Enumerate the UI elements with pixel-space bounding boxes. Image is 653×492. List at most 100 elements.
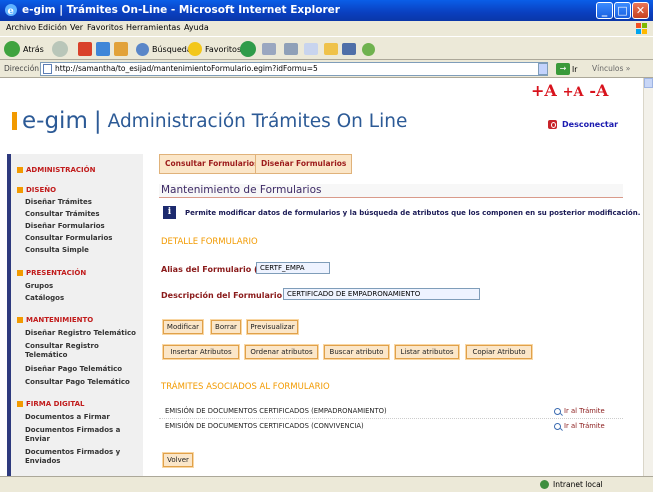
brand-logo: e-gim (22, 108, 88, 134)
page-viewport: +A +A -A e-gim | Administración Trámites… (0, 78, 643, 476)
folder-icon (324, 43, 338, 55)
print-button[interactable] (284, 40, 301, 58)
page-icon (43, 64, 52, 74)
search-attribute-button[interactable]: Buscar atributo (323, 344, 390, 360)
bullet-icon (17, 187, 23, 193)
internet-explorer-icon: e (5, 4, 17, 17)
brand-accent-bar (12, 112, 17, 130)
detail-section-heading: DETALLE FORMULARIO (161, 237, 258, 247)
power-icon (548, 120, 557, 129)
scroll-up-arrow[interactable] (644, 78, 653, 88)
windows-flag-icon (636, 23, 647, 34)
sidebar-item-grupos[interactable]: Grupos (25, 282, 143, 291)
sidebar-item-disenar-pago-telematico[interactable]: Diseñar Pago Telemático (25, 365, 143, 374)
address-dropdown[interactable] (538, 63, 548, 75)
address-bar: Dirección http://samantha/to_esijad/mant… (0, 60, 653, 78)
go-arrow-icon: → (556, 63, 570, 75)
sidebar-item-documentos-a-firmar[interactable]: Documentos a Firmar (25, 413, 143, 422)
sidebar-item-documentos-firmados-y-enviados[interactable]: Documentos Firmados y Enviados (25, 448, 143, 465)
refresh-button[interactable] (96, 40, 113, 58)
star-icon (188, 42, 202, 56)
forward-button[interactable] (52, 40, 71, 58)
sidebar-item-disenar-registro-telematico[interactable]: Diseñar Registro Telemático (25, 329, 143, 338)
description-input[interactable]: CERTIFICADO DE EMPADRONAMIENTO (283, 288, 480, 300)
address-label: Dirección (4, 64, 40, 73)
go-to-tramite-link[interactable]: Ir al Trámite (554, 422, 605, 430)
print-icon (284, 43, 298, 55)
insert-attributes-button[interactable]: Insertar Atributos (162, 344, 240, 360)
back-to-list-button[interactable]: Volver (162, 452, 194, 468)
back-button[interactable]: Atrás (4, 40, 44, 58)
minimize-button[interactable]: _ (596, 2, 613, 19)
favorites-button[interactable]: Favoritos (188, 40, 241, 58)
sidebar-section-diseno[interactable]: DISEÑO (17, 186, 56, 194)
search-button[interactable]: Búsqueda (136, 40, 192, 58)
sidebar-section-administracion[interactable]: ADMINISTRACIÓN (17, 166, 95, 174)
tab-consultar-formularios[interactable]: Consultar Formularios (159, 154, 265, 174)
history-button[interactable] (240, 40, 259, 58)
research-icon (342, 43, 356, 55)
sidebar-item-consultar-registro-telematico[interactable]: Consultar Registro Telemático (25, 342, 143, 359)
go-button[interactable]: → Ir (556, 63, 577, 75)
sidebar-item-consultar-formularios[interactable]: Consultar Formularios (25, 234, 143, 243)
mail-button[interactable] (262, 40, 279, 58)
alias-input[interactable]: CERTF_EMPA (256, 262, 330, 274)
vertical-scrollbar[interactable] (643, 78, 653, 476)
maximize-button[interactable]: □ (614, 2, 631, 19)
modify-button[interactable]: Modificar (162, 319, 204, 335)
search-icon (136, 42, 149, 56)
close-button[interactable]: ✕ (632, 2, 649, 19)
alias-label: Alias del Formulario (*) (161, 265, 266, 274)
sidebar-section-firma-digital[interactable]: FIRMA DIGITAL (17, 400, 84, 408)
font-decrease-button[interactable]: -A (589, 81, 608, 100)
font-size-controls: +A +A -A (531, 81, 611, 100)
site-header: e-gim | Administración Trámites On Line (12, 106, 407, 136)
logout-link[interactable]: Desconectar (548, 120, 618, 129)
list-attributes-button[interactable]: Listar atributos (394, 344, 460, 360)
brand-separator: | (93, 108, 102, 134)
info-icon: i (163, 206, 176, 219)
folder-button[interactable] (324, 40, 341, 58)
go-to-tramite-link[interactable]: Ir al Trámite (554, 407, 605, 415)
sidebar-section-mantenimiento[interactable]: MANTENIMIENTO (17, 316, 93, 324)
messenger-button[interactable] (362, 40, 378, 58)
stop-button[interactable] (78, 40, 95, 58)
sidebar-item-disenar-tramites[interactable]: Diseñar Trámites (25, 198, 143, 207)
edit-button[interactable] (304, 40, 321, 58)
sidebar-item-consultar-pago-telematico[interactable]: Consultar Pago Telemático (25, 378, 143, 387)
address-input[interactable]: http://samantha/to_esijad/mantenimientoF… (40, 62, 548, 76)
sidebar-section-presentacion[interactable]: PRESENTACIÓN (17, 269, 86, 277)
sidebar: ADMINISTRACIÓN DISEÑO Diseñar Trámites C… (7, 154, 143, 476)
description-label: Descripción del Formulario (*) (161, 291, 297, 300)
history-icon (240, 41, 256, 57)
menu-bar: Archivo Edición Ver Favoritos Herramient… (0, 21, 653, 36)
links-menu[interactable]: Vínculos » (592, 64, 630, 73)
menu-favoritos[interactable]: Favoritos (87, 23, 123, 32)
font-increase-button[interactable]: +A (563, 85, 584, 100)
font-increase-large-button[interactable]: +A (531, 81, 557, 100)
tab-disenar-formularios[interactable]: Diseñar Formularios (255, 154, 353, 174)
refresh-icon (96, 42, 110, 56)
messenger-icon (362, 42, 375, 56)
home-button[interactable] (114, 40, 131, 58)
sidebar-item-consulta-simple[interactable]: Consulta Simple (25, 246, 143, 255)
research-button[interactable] (342, 40, 359, 58)
preview-button[interactable]: Previsualizar (246, 319, 299, 335)
sidebar-item-disenar-formularios[interactable]: Diseñar Formularios (25, 222, 143, 231)
svg-text:e: e (8, 6, 14, 17)
browser-toolbar: Atrás Búsqueda Favoritos (0, 36, 653, 60)
menu-herramientas[interactable]: Herramientas (126, 23, 181, 32)
menu-edicion[interactable]: Edición (38, 23, 67, 32)
sidebar-item-consultar-tramites[interactable]: Consultar Trámites (25, 210, 143, 219)
order-attributes-button[interactable]: Ordenar atributos (244, 344, 319, 360)
menu-archivo[interactable]: Archivo (6, 23, 36, 32)
sidebar-item-documentos-firmados-a-enviar[interactable]: Documentos Firmados a Enviar (25, 426, 143, 443)
window-titlebar: e e-gim | Trámites On-Line - Microsoft I… (0, 0, 653, 21)
mail-icon (262, 43, 276, 55)
menu-ayuda[interactable]: Ayuda (184, 23, 209, 32)
sidebar-item-catalogos[interactable]: Catálogos (25, 294, 143, 303)
back-arrow-icon (4, 41, 20, 57)
menu-ver[interactable]: Ver (70, 23, 83, 32)
copy-attribute-button[interactable]: Copiar Atributo (465, 344, 533, 360)
delete-button[interactable]: Borrar (210, 319, 242, 335)
